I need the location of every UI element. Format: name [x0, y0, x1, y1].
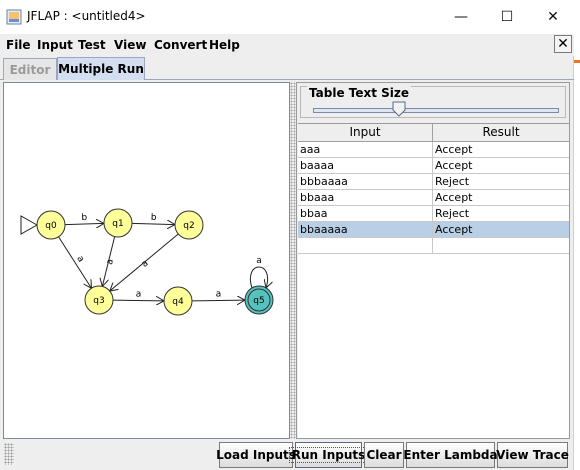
jflap-window: JFLAP : <untitled4> — ☐ ✕ File Input Tes… [0, 0, 574, 470]
results-table: Input Result aaa Accept baaaa Accept bbbaaaa… [298, 123, 569, 438]
minimize-button[interactable]: — [438, 0, 484, 34]
state-q1[interactable]: q1 [103, 208, 133, 238]
multiple-run-panel: Table Text Size Input Result aaa Accept ba… [296, 82, 570, 439]
input-cell[interactable]: aaa [298, 142, 433, 158]
table-row[interactable]: bbbaaaa Reject [298, 174, 569, 190]
tab-multiple-run[interactable]: Multiple Run [57, 57, 145, 80]
transition-arrow[interactable] [131, 223, 175, 224]
text-size-slider-thumb[interactable] [392, 101, 406, 117]
result-cell: Reject [433, 174, 569, 190]
background-window-edge [574, 60, 580, 63]
menu-help[interactable]: Help [209, 38, 240, 52]
maximize-button[interactable]: ☐ [484, 0, 530, 34]
state-label: q0 [45, 221, 57, 231]
input-cell[interactable] [298, 238, 433, 254]
result-cell: Accept [433, 142, 569, 158]
state-q3[interactable]: q3 [84, 285, 114, 315]
input-cell[interactable]: baaaa [298, 158, 433, 174]
menu-bar: File Input Test View Convert Help [0, 34, 574, 56]
table-row[interactable]: bbaaaaa Accept [298, 222, 569, 238]
result-cell [433, 238, 569, 254]
automaton-canvas[interactable]: b b a a a a a a q0 q1 q2 q3 q4 q5 [3, 82, 290, 439]
transition-label: a [105, 258, 116, 266]
transition-label: a [140, 258, 151, 269]
transition-label: b [81, 213, 87, 223]
window-title: JFLAP : <untitled4> [27, 9, 146, 23]
view-trace-button[interactable]: View Trace [496, 442, 569, 468]
close-button[interactable]: ✕ [530, 0, 576, 34]
self-loop-transition[interactable] [249, 266, 267, 288]
state-q0[interactable]: q0 [20, 210, 66, 240]
transition-arrow[interactable] [64, 223, 104, 224]
input-cell[interactable]: bbaa [298, 206, 433, 222]
tab-editor[interactable]: Editor [3, 58, 57, 80]
menu-convert[interactable]: Convert [154, 38, 207, 52]
state-q4[interactable]: q4 [163, 286, 193, 316]
input-cell[interactable]: bbbaaaa [298, 174, 433, 190]
jflap-app-icon [6, 9, 22, 25]
tab-strip: Editor Multiple Run [0, 56, 574, 80]
transition-label: a [256, 256, 262, 266]
input-cell[interactable]: bbaaa [298, 190, 433, 206]
transition-label: a [74, 254, 85, 264]
automaton-graph: b b a a a a a a q0 q1 q2 q3 q4 q5 [20, 208, 274, 316]
run-inputs-label: Run Inputs [288, 447, 369, 463]
state-q2[interactable]: q2 [174, 210, 204, 240]
transition-label: a [136, 289, 142, 299]
run-inputs-button[interactable]: Run Inputs [288, 442, 369, 468]
result-cell: Reject [433, 206, 569, 222]
table-row[interactable]: baaaa Accept [298, 158, 569, 174]
input-cell[interactable]: bbaaaaa [298, 222, 433, 238]
menu-input[interactable]: Input [37, 38, 73, 52]
result-cell: Accept [433, 190, 569, 206]
menu-file[interactable]: File [6, 38, 31, 52]
close-tab-icon[interactable]: ✕ [554, 35, 572, 53]
state-label: q3 [93, 296, 104, 306]
transition-label: b [151, 213, 157, 223]
menu-test[interactable]: Test [78, 38, 106, 52]
column-header-input[interactable]: Input [298, 124, 433, 142]
table-row[interactable] [298, 238, 569, 254]
table-text-size-group: Table Text Size [300, 86, 566, 118]
table-row[interactable]: bbaa Reject [298, 206, 569, 222]
transition-label: a [216, 289, 222, 299]
column-header-result[interactable]: Result [433, 124, 569, 142]
resize-grip [4, 443, 14, 465]
text-size-slider-track[interactable] [313, 108, 559, 113]
result-cell: Accept [433, 222, 569, 238]
load-inputs-button[interactable]: Load Inputs [216, 442, 296, 468]
transition-arrow[interactable] [112, 300, 164, 301]
table-row[interactable]: aaa Accept [298, 142, 569, 158]
transition-arrow[interactable] [191, 300, 245, 301]
table-row[interactable]: bbaaa Accept [298, 190, 569, 206]
state-label: q4 [172, 297, 184, 307]
menu-view[interactable]: View [114, 38, 146, 52]
state-q5[interactable]: q5 [244, 285, 274, 315]
initial-state-marker [20, 215, 39, 235]
result-cell: Accept [433, 158, 569, 174]
state-label: q1 [112, 219, 123, 229]
state-label: q5 [253, 296, 264, 306]
table-text-size-label: Table Text Size [307, 86, 412, 100]
state-label: q2 [183, 221, 194, 231]
clear-button[interactable]: Clear [364, 442, 404, 468]
enter-lambda-button[interactable]: Enter Lambda [403, 442, 498, 468]
title-bar: JFLAP : <untitled4> — ☐ ✕ [0, 0, 574, 34]
transition-arrow[interactable] [58, 236, 92, 288]
